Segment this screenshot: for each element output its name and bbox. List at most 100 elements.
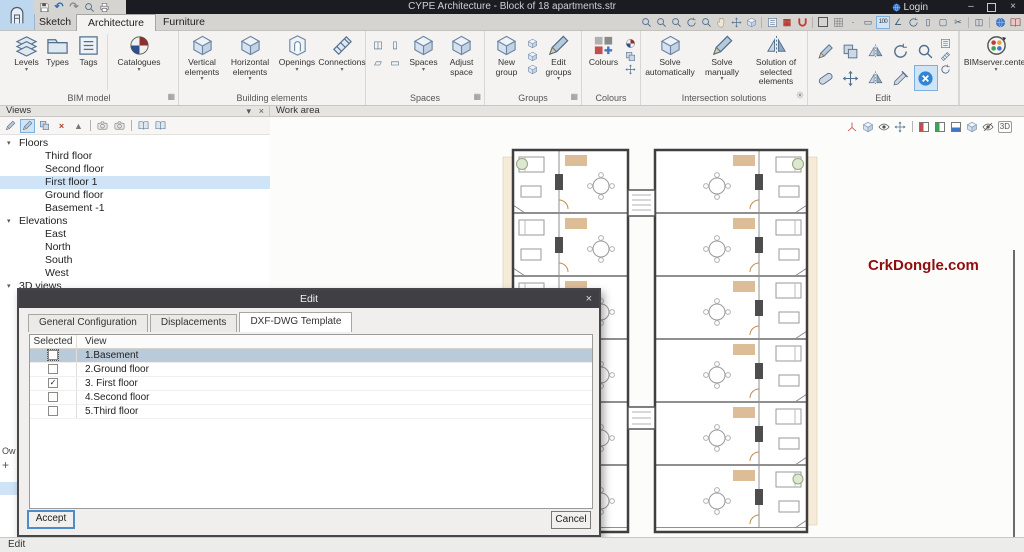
group-delete-icon[interactable] xyxy=(527,64,538,75)
openings-button[interactable]: Openings▾ xyxy=(275,34,319,73)
zoom-button[interactable] xyxy=(83,1,95,13)
tree-item-north[interactable]: North xyxy=(0,241,270,254)
tab-displacements[interactable]: Displacements xyxy=(150,314,238,332)
view-3d-badge[interactable]: 3D xyxy=(998,121,1012,133)
panel-red-icon[interactable] xyxy=(918,120,931,133)
move-icon[interactable] xyxy=(839,65,863,91)
tree-item-basement[interactable]: Basement -1 xyxy=(0,202,270,215)
cancel-operation-icon[interactable] xyxy=(914,65,938,91)
camera-icon[interactable] xyxy=(95,119,110,133)
dialog-launcher-icon[interactable]: ▦ xyxy=(473,91,481,103)
rotate-view-icon[interactable] xyxy=(906,16,920,29)
zoom-previous-icon[interactable] xyxy=(639,16,653,29)
dialog-close-icon[interactable]: × xyxy=(586,290,592,308)
checkbox[interactable] xyxy=(48,350,58,360)
bimserver-button[interactable]: BIMserver.center▾ xyxy=(962,34,1024,73)
delete-view-icon[interactable]: × xyxy=(54,119,69,133)
help-book-icon[interactable] xyxy=(1008,16,1022,29)
snapshot-icon[interactable] xyxy=(112,119,127,133)
hatch-edit-icon[interactable] xyxy=(940,51,951,62)
angle-icon[interactable] xyxy=(940,64,951,75)
panel-blue-icon[interactable] xyxy=(950,120,963,133)
dialog-launcher-icon[interactable]: ▦ xyxy=(167,91,175,103)
group-star-icon[interactable] xyxy=(527,38,538,49)
solution-selected-button[interactable]: Solution of selected elements xyxy=(746,34,806,87)
pan-icon[interactable] xyxy=(714,16,728,29)
gizmo-icon[interactable] xyxy=(625,64,636,75)
tree-item-south[interactable]: South xyxy=(0,254,270,267)
snap-magnet-icon[interactable] xyxy=(795,16,809,29)
dialog-titlebar[interactable]: Edit × xyxy=(19,290,599,308)
new-group-button[interactable]: New group xyxy=(489,34,525,77)
tree-item-second-floor[interactable]: Second floor xyxy=(0,163,270,176)
space-polygon-icon[interactable]: ▱ xyxy=(371,55,386,71)
mirror-copy-icon[interactable] xyxy=(864,65,888,91)
undo-button[interactable]: ↶ xyxy=(53,1,65,13)
grid-icon[interactable] xyxy=(831,16,845,29)
swap-colour-icon[interactable] xyxy=(625,51,636,62)
web-globe-icon[interactable] xyxy=(993,16,1007,29)
tab-dxf-dwg-template[interactable]: DXF-DWG Template xyxy=(239,312,352,332)
symmetry-icon[interactable] xyxy=(864,38,888,64)
collapse-panel-icon[interactable]: ▾ xyxy=(246,105,251,117)
dxf-layers-icon[interactable]: ▦ xyxy=(780,16,794,29)
checkbox[interactable] xyxy=(48,406,58,416)
dimension-text-icon[interactable] xyxy=(940,38,951,49)
axes-icon[interactable] xyxy=(846,120,859,133)
protractor-icon[interactable]: ∠ xyxy=(891,16,905,29)
orbit-eye-icon[interactable] xyxy=(878,120,891,133)
accept-button[interactable]: Accept xyxy=(27,510,75,529)
print-button[interactable] xyxy=(98,1,110,13)
colours-button[interactable]: Colours xyxy=(585,34,623,68)
tab-general-configuration[interactable]: General Configuration xyxy=(28,314,148,332)
coordinates-box-icon[interactable]: 100 xyxy=(876,16,890,29)
move-view-icon[interactable] xyxy=(729,16,743,29)
rotate-icon[interactable] xyxy=(889,38,913,64)
tree-section-floors[interactable]: ▾Floors xyxy=(0,137,270,150)
solve-manually-button[interactable]: Solve manually▾ xyxy=(698,34,746,82)
solve-automatically-button[interactable]: Solve automatically xyxy=(642,34,698,77)
checkbox[interactable] xyxy=(48,392,58,402)
tree-item-ground-floor[interactable]: Ground floor xyxy=(0,189,270,202)
tree-section-elevations[interactable]: ▾Elevations xyxy=(0,215,270,228)
redo-button[interactable]: ↷ xyxy=(68,1,80,13)
table-row[interactable]: 1.Basement xyxy=(30,349,592,363)
split-window-icon[interactable]: ◫ xyxy=(972,16,986,29)
lower-panel-selected-row[interactable] xyxy=(0,482,17,495)
close-button[interactable]: × xyxy=(1004,0,1022,14)
edit-view-icon[interactable] xyxy=(3,119,18,133)
checkbox[interactable] xyxy=(48,364,58,374)
current-view-icon[interactable] xyxy=(20,119,35,133)
checkbox-checked[interactable]: ✓ xyxy=(48,378,58,388)
maximize-button[interactable] xyxy=(982,0,1000,14)
tab-furniture[interactable]: Furniture xyxy=(152,14,216,30)
import-view-icon[interactable]: ▲ xyxy=(71,119,86,133)
duplicate-view-icon[interactable] xyxy=(37,119,52,133)
connections-button[interactable]: Connections▾ xyxy=(319,34,365,73)
table-row[interactable]: 5.Third floor xyxy=(30,405,592,419)
tree-item-west[interactable]: West xyxy=(0,267,270,280)
catalogues-button[interactable]: Catalogues▾ xyxy=(111,34,167,73)
tree-item-first-floor[interactable]: First floor 1 xyxy=(0,176,270,189)
space-column-icon[interactable]: ▯ xyxy=(388,37,403,53)
export-view-icon[interactable] xyxy=(744,16,758,29)
ortho-icon[interactable] xyxy=(816,16,830,29)
spaces-button[interactable]: Spaces▾ xyxy=(406,34,442,73)
cancel-button[interactable]: Cancel xyxy=(551,511,591,529)
redraw-icon[interactable] xyxy=(684,16,698,29)
group-add-icon[interactable] xyxy=(527,51,538,62)
zoom-out-icon[interactable] xyxy=(669,16,683,29)
save-button[interactable] xyxy=(38,1,50,13)
table-row[interactable]: 4.Second floor xyxy=(30,391,592,405)
comment-icon[interactable]: ▢ xyxy=(936,16,950,29)
space-boundary-icon[interactable]: ◫ xyxy=(371,37,386,53)
app-logo[interactable] xyxy=(0,0,35,30)
measure-zoom-icon[interactable] xyxy=(914,38,938,64)
space-dashed-icon[interactable]: ▭ xyxy=(388,55,403,71)
dialog-launcher-icon[interactable]: ▦ xyxy=(570,91,578,103)
zoom-all-icon[interactable] xyxy=(654,16,668,29)
edit-pencil-icon[interactable] xyxy=(814,38,838,64)
horizontal-elements-button[interactable]: Horizontal elements▾ xyxy=(225,34,275,82)
reference-book-icon[interactable] xyxy=(136,119,151,133)
login-button[interactable]: Login xyxy=(892,0,928,14)
